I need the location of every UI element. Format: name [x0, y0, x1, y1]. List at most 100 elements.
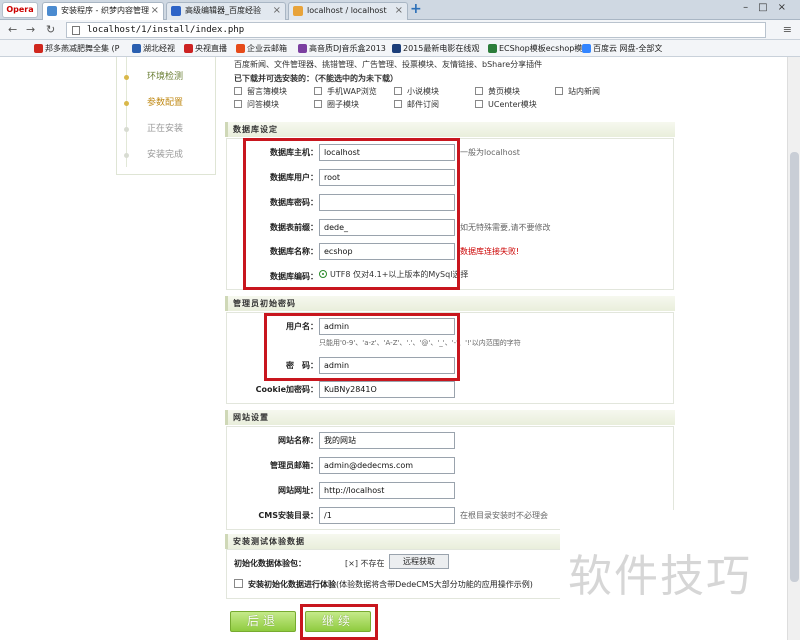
- back-button[interactable]: 后退: [230, 611, 296, 632]
- url-input[interactable]: localhost/1/install/index.php: [66, 22, 766, 38]
- bookmark-label: 邦多燕减肥舞全集 (P: [45, 44, 120, 53]
- checkbox-icon[interactable]: [394, 100, 402, 108]
- install-sample-label: 安装初始化数据进行体验: [248, 580, 336, 589]
- bookmark-item[interactable]: 湖北经视: [132, 42, 175, 55]
- site-url-input[interactable]: http://localhost: [319, 482, 455, 499]
- module-checkbox[interactable]: UCenter模块: [475, 99, 537, 110]
- maximize-icon[interactable]: □: [758, 2, 777, 13]
- forward-arrow-icon[interactable]: →: [26, 23, 35, 36]
- init-data-status: [×] 不存在: [345, 559, 385, 568]
- db-name-input[interactable]: ecshop: [319, 243, 455, 260]
- module-label: UCenter模块: [488, 100, 537, 109]
- minimize-icon[interactable]: –: [743, 2, 758, 13]
- site-name-input[interactable]: 我的网站: [319, 432, 455, 449]
- checkbox-icon[interactable]: [475, 100, 483, 108]
- checkbox-icon[interactable]: [555, 87, 563, 95]
- tab-install[interactable]: 安装程序 - 织梦内容管理 ×: [42, 2, 164, 21]
- tab-baidu-jingyan[interactable]: 高级编辑器_百度经验 ×: [166, 2, 286, 20]
- radio-icon[interactable]: [319, 270, 327, 278]
- close-window-icon[interactable]: ×: [778, 2, 796, 13]
- db-host-input[interactable]: localhost: [319, 144, 455, 161]
- tab-close-icon[interactable]: ×: [395, 3, 403, 19]
- checkbox-icon[interactable]: [475, 87, 483, 95]
- init-data-label: 初始化数据体验包：: [234, 559, 306, 568]
- cms-dir-hint: 在根目录安装时不必理会: [460, 511, 548, 520]
- checkbox-icon[interactable]: [314, 87, 322, 95]
- opera-menu-button[interactable]: Opera: [2, 2, 38, 18]
- step-env-check: 环境检测: [117, 69, 217, 85]
- bookmark-item[interactable]: 邦多燕减肥舞全集 (P: [34, 42, 120, 55]
- db-prefix-row: 数据表前缀： dede_ 如无特殊需要,请不要修改: [227, 217, 673, 239]
- tab-close-icon[interactable]: ×: [151, 3, 159, 19]
- db-password-input[interactable]: [319, 194, 455, 211]
- checkbox-icon[interactable]: [234, 100, 242, 108]
- new-tab-button[interactable]: +: [410, 2, 424, 18]
- reload-icon[interactable]: ↻: [46, 23, 55, 36]
- cookie-row: Cookie加密码： KuBNy2841O: [227, 379, 673, 401]
- tab-phpmyadmin[interactable]: localhost / localhost ×: [288, 2, 408, 20]
- checkbox-icon[interactable]: [314, 100, 322, 108]
- step-label: 安装完成: [147, 150, 184, 160]
- module-checkbox[interactable]: 黄页模块: [475, 86, 520, 97]
- install-sample-note: (体验数据将含带DedeCMS大部分功能的应用操作示例): [336, 580, 533, 589]
- admin-password-input[interactable]: admin: [319, 357, 455, 374]
- db-host-label: 数据库主机：: [270, 148, 318, 157]
- db-charset-label: 数据库编码：: [270, 272, 318, 281]
- module-checkbox[interactable]: 小说模块: [394, 86, 439, 97]
- site-name-row: 网站名称： 我的网站: [227, 430, 673, 452]
- db-host-row: 数据库主机： localhost 一般为localhost: [227, 142, 673, 164]
- cms-dir-input[interactable]: /1: [319, 507, 455, 524]
- bookmark-item[interactable]: 高音质DJ音乐盒2013: [298, 42, 386, 55]
- tab-close-icon[interactable]: ×: [273, 3, 281, 19]
- step-label: 环境检测: [147, 72, 184, 82]
- install-sample-checkbox[interactable]: 安装初始化数据进行体验(体验数据将含带DedeCMS大部分功能的应用操作示例): [234, 578, 533, 590]
- db-prefix-hint: 如无特殊需要,请不要修改: [460, 223, 551, 232]
- step-config: 参数配置: [117, 95, 217, 111]
- db-charset-radio[interactable]: UTF8 仅对4.1+以上版本的MySql选择: [319, 269, 468, 280]
- db-prefix-label: 数据表前缀：: [270, 223, 318, 232]
- back-arrow-icon[interactable]: ←: [8, 23, 17, 36]
- bookmark-item[interactable]: 百度云 网盘-全部文: [582, 42, 662, 55]
- bookmark-label: 企业云邮箱: [247, 44, 287, 53]
- page-scrollbar[interactable]: [787, 57, 800, 640]
- cookie-input[interactable]: KuBNy2841O: [319, 381, 455, 398]
- menu-icon[interactable]: ≡: [783, 23, 792, 36]
- module-checkbox[interactable]: 手机WAP浏览: [314, 86, 377, 97]
- bookmarks-bar: 邦多燕减肥舞全集 (P 湖北经视 央视直播 企业云邮箱 高音质DJ音乐盒2013…: [0, 40, 800, 57]
- module-checkbox[interactable]: 圈子模块: [314, 99, 359, 110]
- bookmark-item[interactable]: ECShop模板ecshop模: [488, 42, 582, 55]
- window-controls[interactable]: –□×: [743, 2, 796, 13]
- scrollbar-thumb[interactable]: [790, 152, 799, 582]
- step-dot-icon: [124, 153, 129, 158]
- admin-email-row: 管理员邮箱： admin@dedecms.com: [227, 455, 673, 477]
- db-prefix-input[interactable]: dede_: [319, 219, 455, 236]
- tab-title: localhost / localhost: [307, 6, 387, 15]
- module-checkbox[interactable]: 站内新闻: [555, 86, 600, 97]
- db-user-input[interactable]: root: [319, 169, 455, 186]
- tab-title: 高级编辑器_百度经验: [185, 6, 261, 15]
- checkbox-icon[interactable]: [234, 579, 243, 588]
- admin-user-hint: 只能用'0-9'、'a-z'、'A-Z'、'.'、'@'、'_'、'-'、'!'…: [319, 339, 521, 347]
- module-checkbox[interactable]: 问答模块: [234, 99, 279, 110]
- bookmark-label: 央视直播: [195, 44, 227, 53]
- checkbox-icon[interactable]: [394, 87, 402, 95]
- admin-user-input[interactable]: admin: [319, 318, 455, 335]
- admin-section: 用户名： admin 只能用'0-9'、'a-z'、'A-Z'、'.'、'@'、…: [226, 312, 674, 404]
- bookmark-favicon-icon: [392, 44, 401, 53]
- watermark-text: 软件技巧: [568, 551, 752, 602]
- bookmark-favicon-icon: [184, 44, 193, 53]
- continue-button[interactable]: 继续: [305, 611, 371, 632]
- admin-user-row: 用户名： admin 只能用'0-9'、'a-z'、'A-Z'、'.'、'@'、…: [227, 316, 673, 350]
- module-checkbox[interactable]: 邮件订阅: [394, 99, 439, 110]
- module-checkbox[interactable]: 留言簿模块: [234, 86, 287, 97]
- remote-fetch-button[interactable]: 远程获取: [389, 554, 449, 569]
- db-user-row: 数据库用户： root: [227, 167, 673, 189]
- bookmark-item[interactable]: 企业云邮箱: [236, 42, 287, 55]
- cms-dir-label: CMS安装目录：: [258, 511, 318, 520]
- admin-email-input[interactable]: admin@dedecms.com: [319, 457, 455, 474]
- bookmark-item[interactable]: 2015最新电影在线观: [392, 42, 479, 55]
- bookmark-item[interactable]: 央视直播: [184, 42, 227, 55]
- checkbox-icon[interactable]: [234, 87, 242, 95]
- module-label: 黄页模块: [488, 87, 520, 96]
- address-bar-row: ← → ↻ localhost/1/install/index.php ≡: [0, 20, 800, 40]
